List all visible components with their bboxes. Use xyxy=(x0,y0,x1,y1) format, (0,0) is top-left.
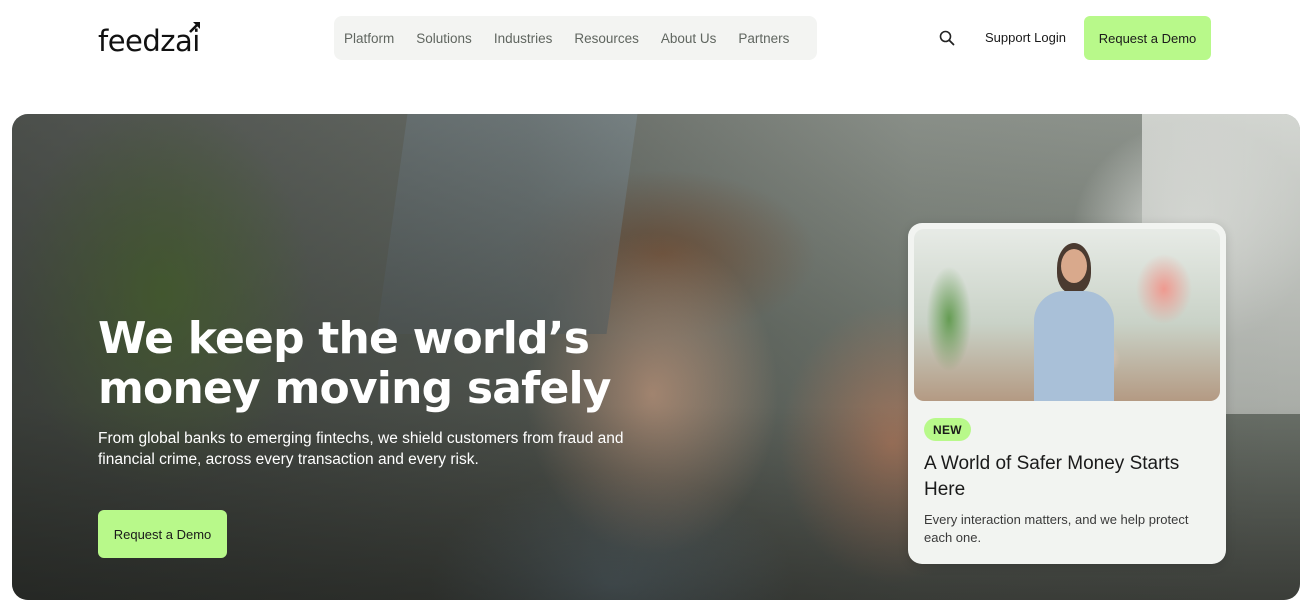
support-login-link[interactable]: Support Login xyxy=(985,30,1066,45)
promo-card-description: Every interaction matters, and we help p… xyxy=(924,512,1189,545)
person-torso xyxy=(1034,291,1114,401)
promo-card[interactable]: NEW A World of Safer Money Starts Here E… xyxy=(908,223,1226,564)
nav-item-about-us[interactable]: About Us xyxy=(661,31,717,46)
hero-section: We keep the world’s money moving safely … xyxy=(12,114,1300,600)
search-icon xyxy=(939,30,955,46)
promo-card-image xyxy=(914,229,1220,401)
hero-subtitle: From global banks to emerging fintechs, … xyxy=(98,430,624,468)
promo-card-title: A World of Safer Money Starts Here xyxy=(924,453,1180,500)
new-badge: NEW xyxy=(924,418,971,441)
search-button[interactable] xyxy=(937,28,957,48)
request-demo-button[interactable]: Request a Demo xyxy=(1084,16,1211,60)
arrow-up-right-icon xyxy=(188,22,200,33)
logo-text: feedzai xyxy=(98,24,200,58)
hero-title: We keep the world’s money moving safely xyxy=(98,313,611,414)
nav-item-solutions[interactable]: Solutions xyxy=(416,31,472,46)
person-face xyxy=(1061,249,1087,283)
nav-item-partners[interactable]: Partners xyxy=(738,31,789,46)
nav-item-platform[interactable]: Platform xyxy=(344,31,394,46)
hero-request-demo-button[interactable]: Request a Demo xyxy=(98,510,227,558)
nav-item-resources[interactable]: Resources xyxy=(574,31,639,46)
main-nav: Platform Solutions Industries Resources … xyxy=(334,16,817,60)
nav-item-industries[interactable]: Industries xyxy=(494,31,553,46)
feedzai-logo[interactable]: feedzai xyxy=(98,22,200,56)
